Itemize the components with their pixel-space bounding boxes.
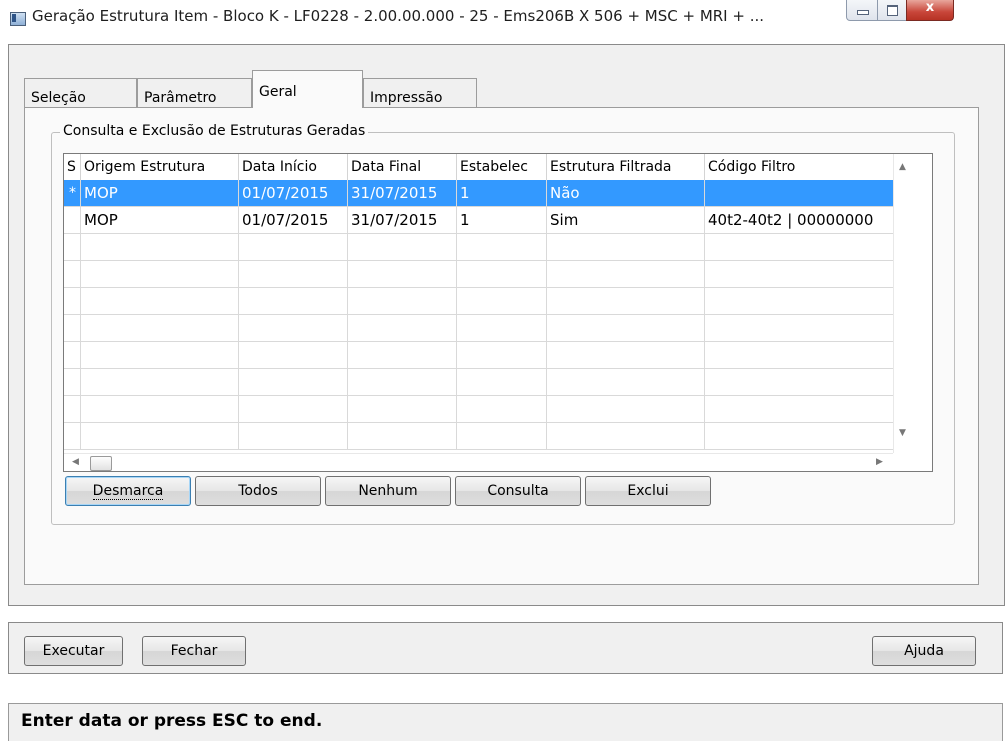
main-panel: Seleção Parâmetro Geral Impressão Consul…	[8, 44, 1005, 606]
empty-row	[64, 261, 893, 288]
tab-geral[interactable]: Geral	[252, 70, 363, 108]
ajuda-button[interactable]: Ajuda	[872, 636, 976, 666]
button-label: Exclui	[627, 483, 669, 499]
cell-data-inicio: 01/07/2015	[239, 180, 348, 206]
window-controls: x	[846, 0, 1002, 22]
tab-label: Geral	[259, 84, 297, 100]
cell-estrutura-filtrada: Não	[547, 180, 705, 206]
estruturas-grid[interactable]: S Origem Estrutura Data Início Data Fina…	[63, 153, 933, 472]
scroll-right-icon[interactable]: ▶	[876, 457, 883, 467]
cell-codigo-filtro	[705, 180, 893, 206]
cell-estrutura-filtrada: Sim	[547, 207, 705, 233]
column-header-s[interactable]: S	[64, 154, 81, 180]
tab-label: Seleção	[31, 90, 86, 106]
desmarca-button[interactable]: Desmarca	[65, 476, 191, 506]
close-icon: x	[925, 0, 935, 15]
cell-codigo-filtro: 40t2-40t2 | 00000000	[708, 211, 874, 229]
status-message: Enter data or press ESC to end.	[21, 711, 323, 731]
column-header-data-final[interactable]: Data Final	[348, 154, 457, 180]
consulta-groupbox: Consulta e Exclusão de Estruturas Gerada…	[51, 123, 955, 525]
empty-row	[64, 315, 893, 342]
cell-data-final: 31/07/2015	[348, 207, 457, 233]
executar-button[interactable]: Executar	[24, 636, 123, 666]
cell-origem: MOP	[81, 180, 239, 206]
cell-estabelec: 1	[457, 207, 547, 233]
column-header-estrutura-filtrada[interactable]: Estrutura Filtrada	[547, 154, 705, 180]
button-label: Todos	[238, 483, 278, 499]
tab-pane-geral: Consulta e Exclusão de Estruturas Gerada…	[24, 107, 979, 585]
column-header-data-inicio[interactable]: Data Início	[239, 154, 348, 180]
cell-origem: MOP	[81, 207, 239, 233]
minimize-button[interactable]	[846, 0, 878, 21]
tab-label: Impressão	[370, 90, 443, 106]
cell-s	[64, 207, 81, 233]
vertical-scrollbar[interactable]: ▲ ▼	[893, 154, 913, 453]
empty-row	[64, 288, 893, 315]
window-title: Geração Estrutura Item - Bloco K - LF022…	[32, 7, 765, 25]
scroll-left-icon[interactable]: ◀	[72, 457, 79, 467]
grid-header: S Origem Estrutura Data Início Data Fina…	[64, 154, 912, 181]
column-header-origem[interactable]: Origem Estrutura	[81, 154, 239, 180]
scroll-down-icon[interactable]: ▼	[899, 428, 906, 438]
button-label: Nenhum	[358, 483, 418, 499]
button-label: Consulta	[487, 483, 549, 499]
horizontal-scroll-thumb[interactable]	[90, 456, 112, 471]
cell-data-final: 31/07/2015	[348, 180, 457, 206]
title-bar: Geração Estrutura Item - Bloco K - LF022…	[0, 0, 1008, 36]
tab-parametro[interactable]: Parâmetro	[137, 78, 252, 107]
minimize-icon	[857, 10, 869, 15]
status-bar: Enter data or press ESC to end.	[8, 703, 1003, 741]
maximize-button[interactable]	[877, 0, 907, 21]
column-header-estabelec[interactable]: Estabelec	[457, 154, 547, 180]
table-row[interactable]: MOP 01/07/2015 31/07/2015 1 Sim 40t2-40t…	[64, 207, 893, 234]
cell-estabelec: 1	[457, 180, 547, 206]
horizontal-scrollbar[interactable]: ◀ ▶	[64, 453, 893, 471]
empty-row	[64, 234, 893, 261]
button-label: Desmarca	[92, 483, 164, 500]
nenhum-button[interactable]: Nenhum	[325, 476, 451, 506]
consulta-button[interactable]: Consulta	[455, 476, 581, 506]
empty-row	[64, 369, 893, 396]
empty-row	[64, 423, 893, 450]
tab-impressao[interactable]: Impressão	[363, 78, 477, 107]
table-row[interactable]: * MOP 01/07/2015 31/07/2015 1 Não	[64, 180, 893, 207]
scroll-up-icon[interactable]: ▲	[899, 162, 906, 172]
todos-button[interactable]: Todos	[195, 476, 321, 506]
column-header-codigo-filtro[interactable]: Código Filtro	[705, 154, 893, 180]
cell-data-inicio: 01/07/2015	[239, 207, 348, 233]
exclui-button[interactable]: Exclui	[585, 476, 711, 506]
tab-selecao[interactable]: Seleção	[24, 78, 137, 107]
empty-row	[64, 342, 893, 369]
fechar-button[interactable]: Fechar	[142, 636, 246, 666]
maximize-icon	[887, 5, 898, 16]
empty-row	[64, 396, 893, 423]
cell-s: *	[64, 180, 81, 206]
app-icon	[10, 12, 26, 26]
close-button[interactable]: x	[906, 0, 954, 21]
tab-label: Parâmetro	[144, 90, 217, 106]
footer-bar: Executar Fechar Ajuda	[8, 622, 1003, 674]
groupbox-label: Consulta e Exclusão de Estruturas Gerada…	[60, 123, 369, 139]
